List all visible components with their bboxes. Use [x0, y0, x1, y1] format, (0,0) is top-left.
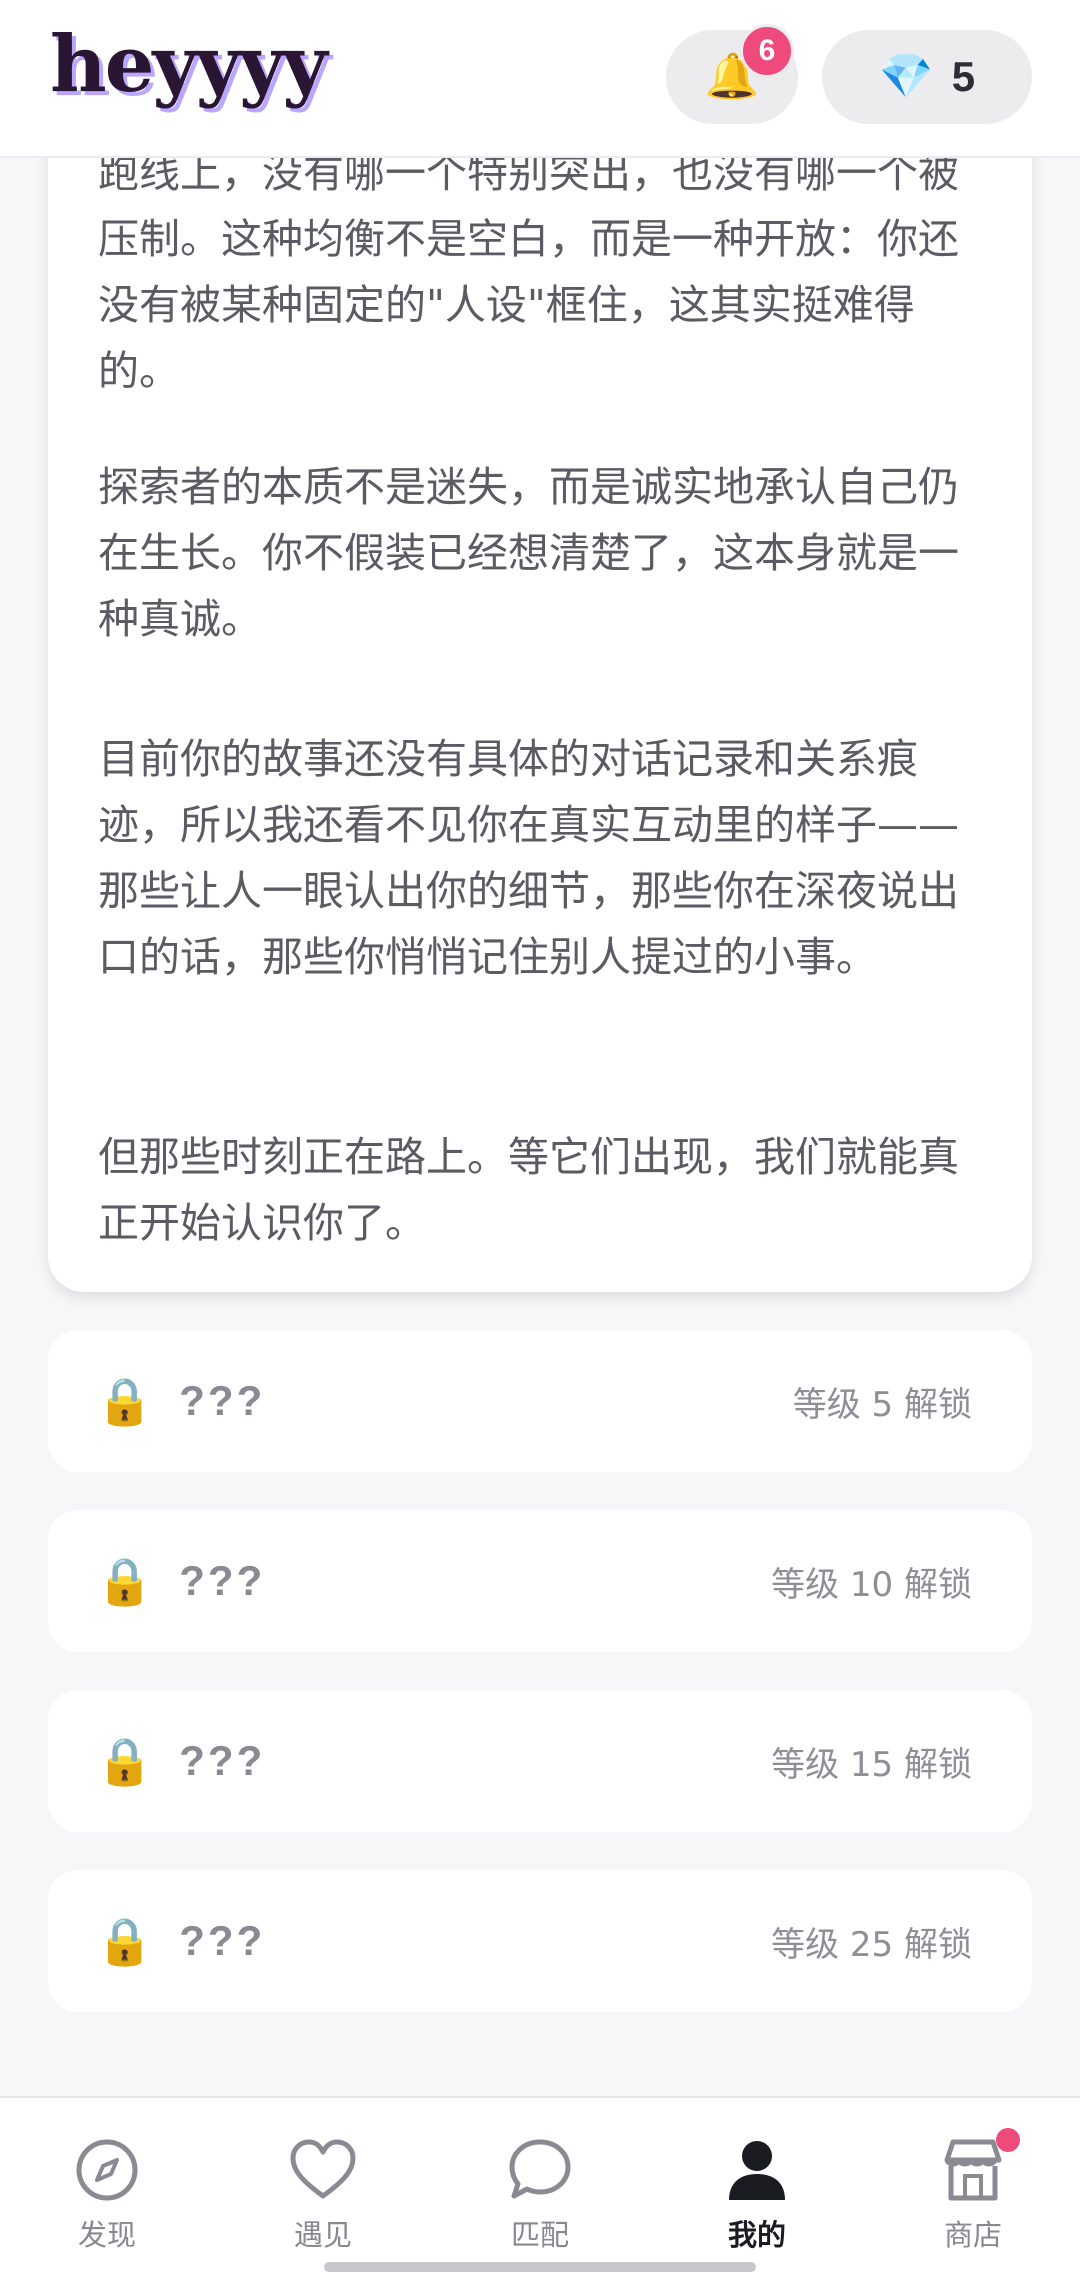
lock-icon: 🔒: [96, 1554, 154, 1608]
story-paragraph: 跑线上，没有哪一个特别突出，也没有哪一个被压制。这种均衡不是空白，而是一种开放：…: [98, 149, 959, 395]
heart-icon: [290, 2139, 356, 2199]
lock-icon: 🔒: [96, 1734, 154, 1788]
nav-item-discover[interactable]: 发现: [22, 2134, 192, 2254]
locked-item-title: ???: [179, 1377, 266, 1424]
nav-label: 匹配: [510, 2218, 569, 2252]
locked-item-level-25[interactable]: 🔒 ??? 等级 25 解锁: [48, 1870, 1032, 2012]
store-notification-dot: [996, 2128, 1020, 2152]
locked-item-level-5[interactable]: 🔒 ??? 等级 5 解锁: [48, 1330, 1032, 1472]
app-logo[interactable]: heyyyy: [50, 26, 328, 104]
locked-item-level-15[interactable]: 🔒 ??? 等级 15 解锁: [48, 1690, 1032, 1832]
locked-item-title: ???: [179, 1917, 266, 1964]
notifications-button[interactable]: 🔔 6: [666, 24, 798, 124]
unlock-level-hint: 等级 25 解锁: [771, 1924, 972, 1965]
notification-count-badge: 6: [740, 24, 794, 78]
story-paragraph: 目前你的故事还没有具体的对话记录和关系痕迹，所以我还看不见你在真实互动里的样子—…: [98, 735, 959, 981]
top-bar: heyyyy 🔔 6 💎 5: [0, 0, 1080, 158]
gem-balance-button[interactable]: 💎 5: [822, 30, 1032, 124]
unlock-level-hint: 等级 10 解锁: [771, 1564, 972, 1605]
person-icon: [729, 2141, 785, 2200]
unlock-level-hint: 等级 5 解锁: [792, 1384, 972, 1425]
gem-icon: 💎: [878, 51, 934, 102]
compass-icon: [76, 2139, 138, 2201]
nav-label: 我的: [727, 2218, 786, 2252]
nav-item-store[interactable]: 商店: [888, 2128, 1058, 2254]
chat-bubble-icon: [509, 2139, 571, 2199]
locked-item-level-10[interactable]: 🔒 ??? 等级 10 解锁: [48, 1510, 1032, 1652]
nav-label: 发现: [77, 2218, 136, 2252]
story-paragraph: 探索者的本质不是迷失，而是诚实地承认自己仍在生长。你不假装已经想清楚了，这本身就…: [98, 463, 959, 643]
lock-icon: 🔒: [96, 1374, 154, 1428]
story-paragraph: 但那些时刻正在路上。等它们出现，我们就能真正开始认识你了。: [98, 1133, 959, 1247]
nav-label: 商店: [943, 2218, 1002, 2252]
nav-item-match[interactable]: 匹配: [455, 2134, 625, 2254]
nav-label: 遇见: [293, 2218, 352, 2252]
home-indicator[interactable]: [324, 2262, 756, 2272]
locked-item-title: ???: [179, 1557, 266, 1604]
profile-page: 跑线上，没有哪一个特别突出，也没有哪一个被压制。这种均衡不是空白，而是一种开放：…: [0, 0, 1080, 2276]
locked-item-title: ???: [179, 1737, 266, 1784]
nav-item-meet[interactable]: 遇见: [238, 2134, 408, 2254]
gem-count: 5: [951, 53, 976, 100]
lock-icon: 🔒: [96, 1914, 154, 1968]
unlock-level-hint: 等级 15 解锁: [771, 1744, 972, 1785]
story-card: 跑线上，没有哪一个特别突出，也没有哪一个被压制。这种均衡不是空白，而是一种开放：…: [48, 40, 1032, 1292]
bottom-nav: 发现 遇见 匹配 我的 商店: [0, 2096, 1080, 2276]
nav-item-me[interactable]: 我的: [672, 2134, 842, 2254]
